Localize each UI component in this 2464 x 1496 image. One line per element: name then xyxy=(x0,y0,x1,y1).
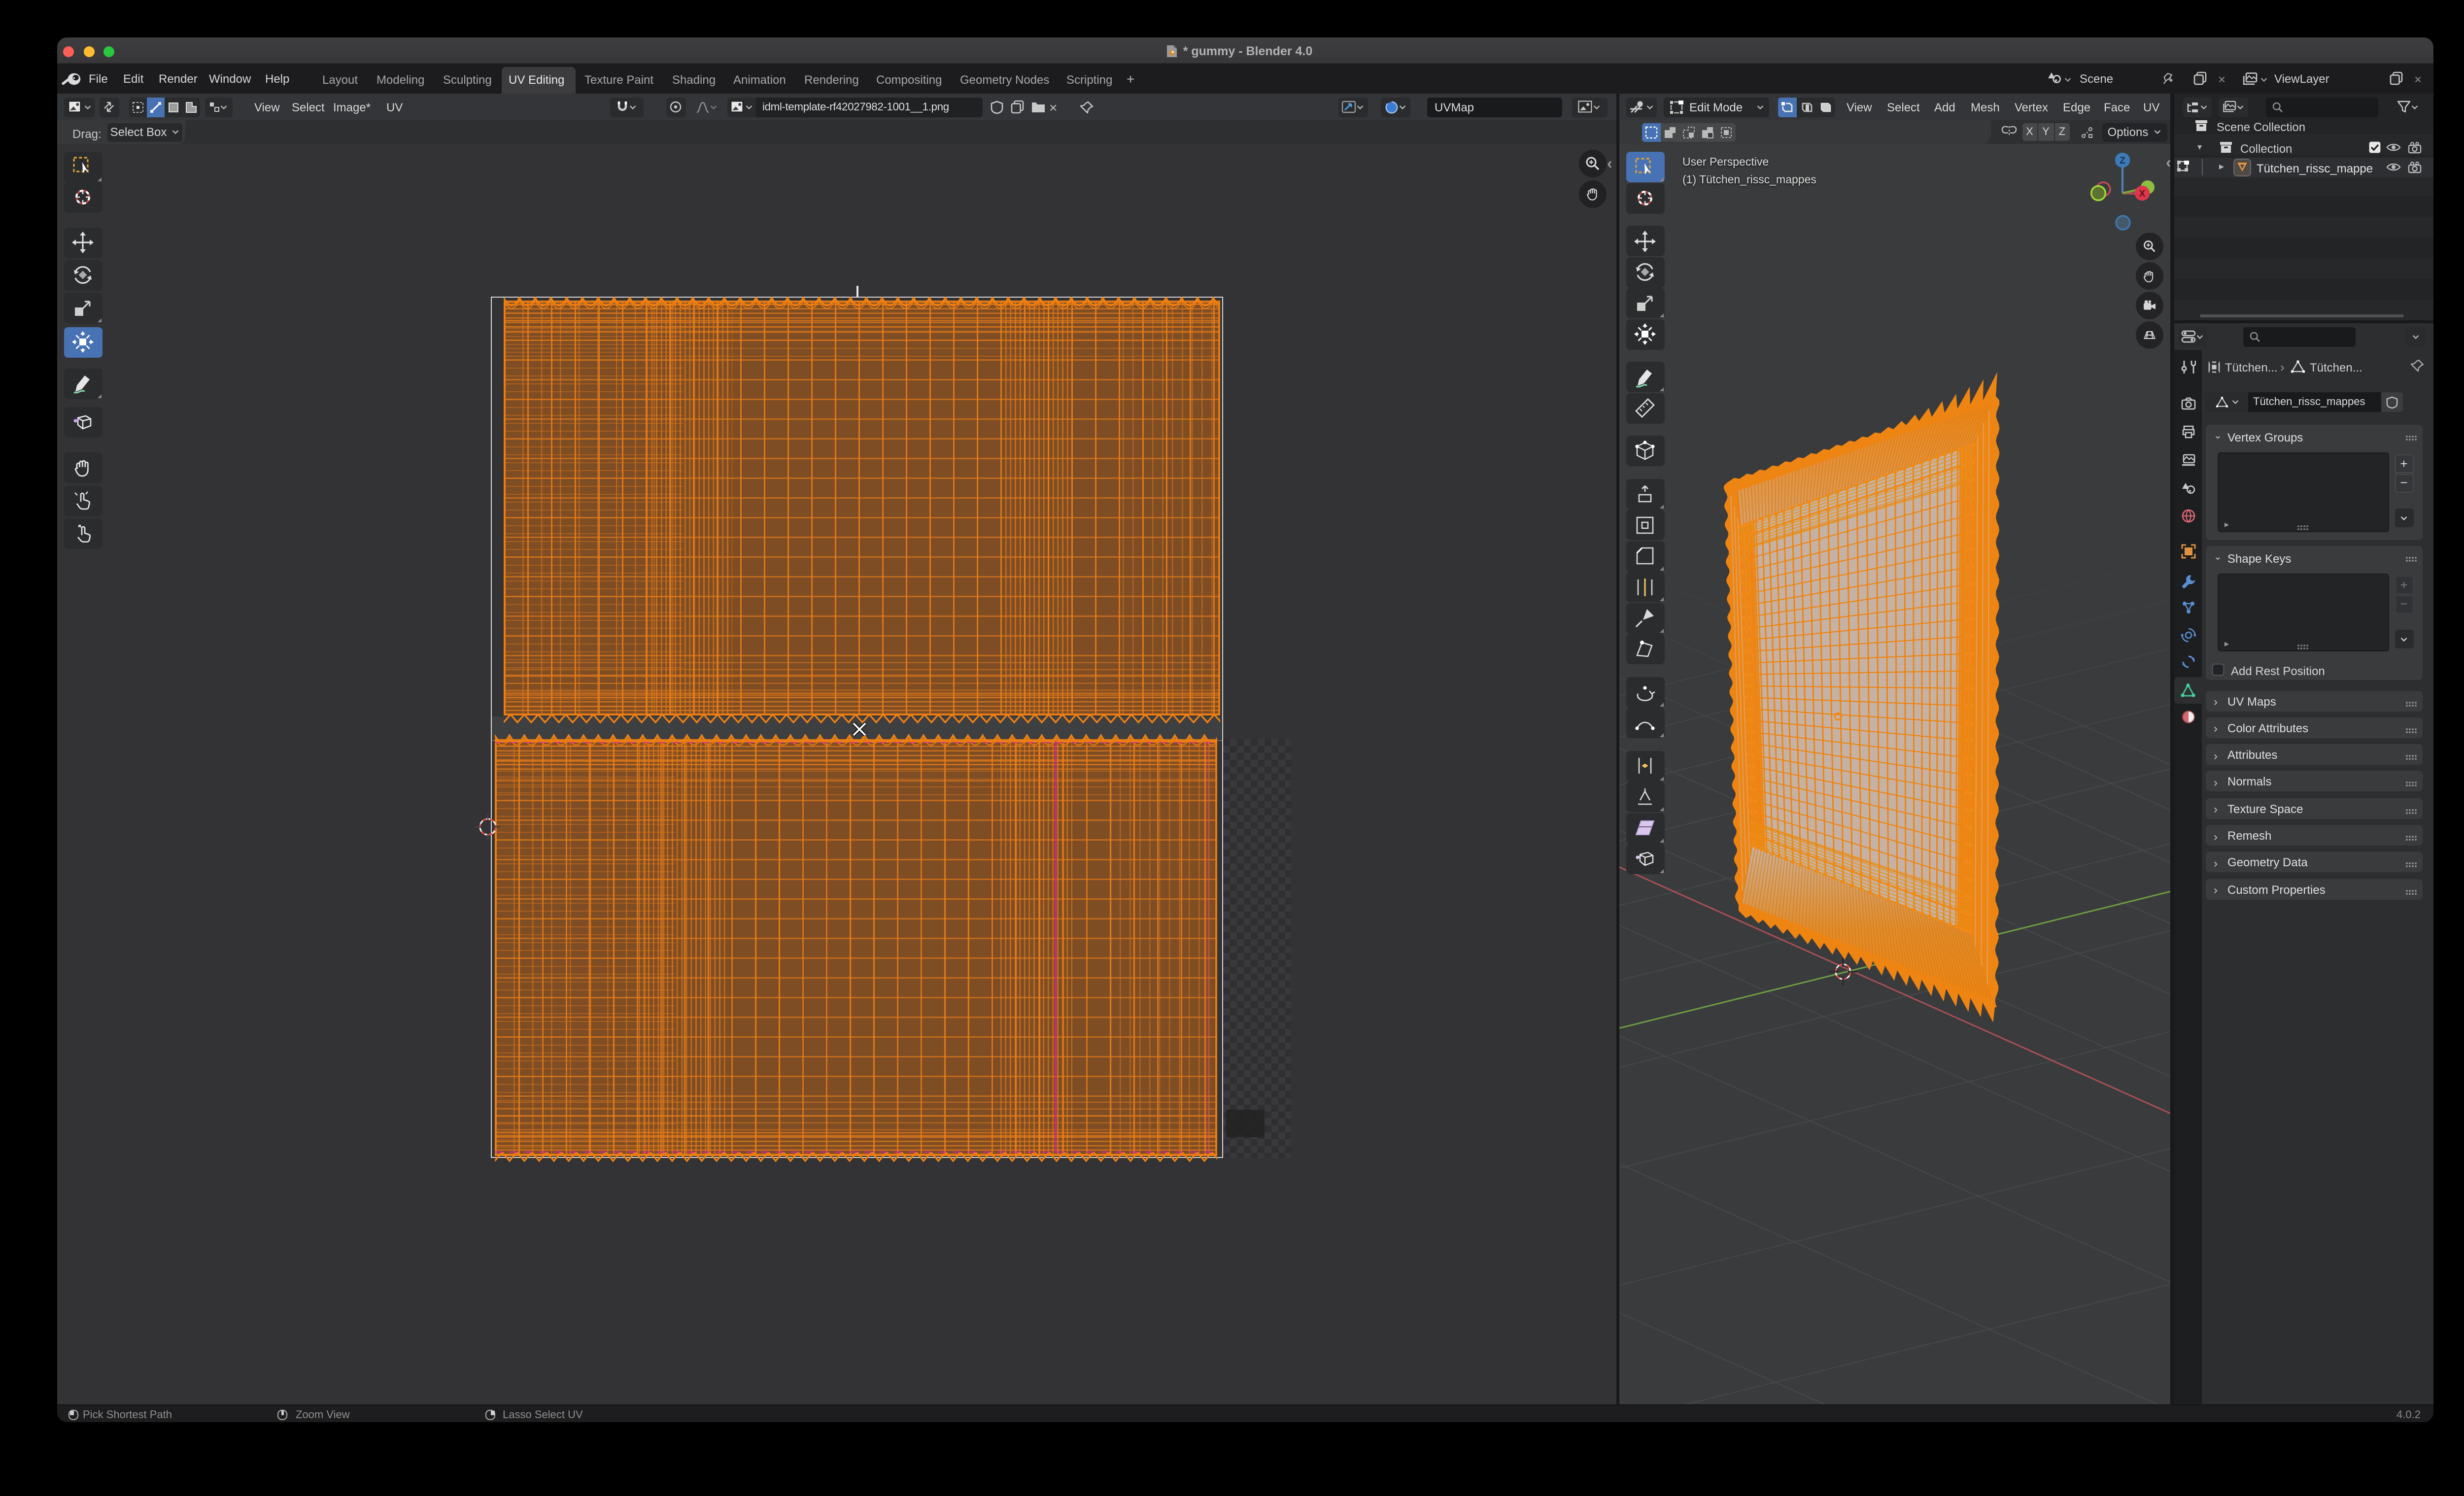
svg-text:X: X xyxy=(2139,189,2145,199)
svg-text:Z: Z xyxy=(2119,156,2125,166)
